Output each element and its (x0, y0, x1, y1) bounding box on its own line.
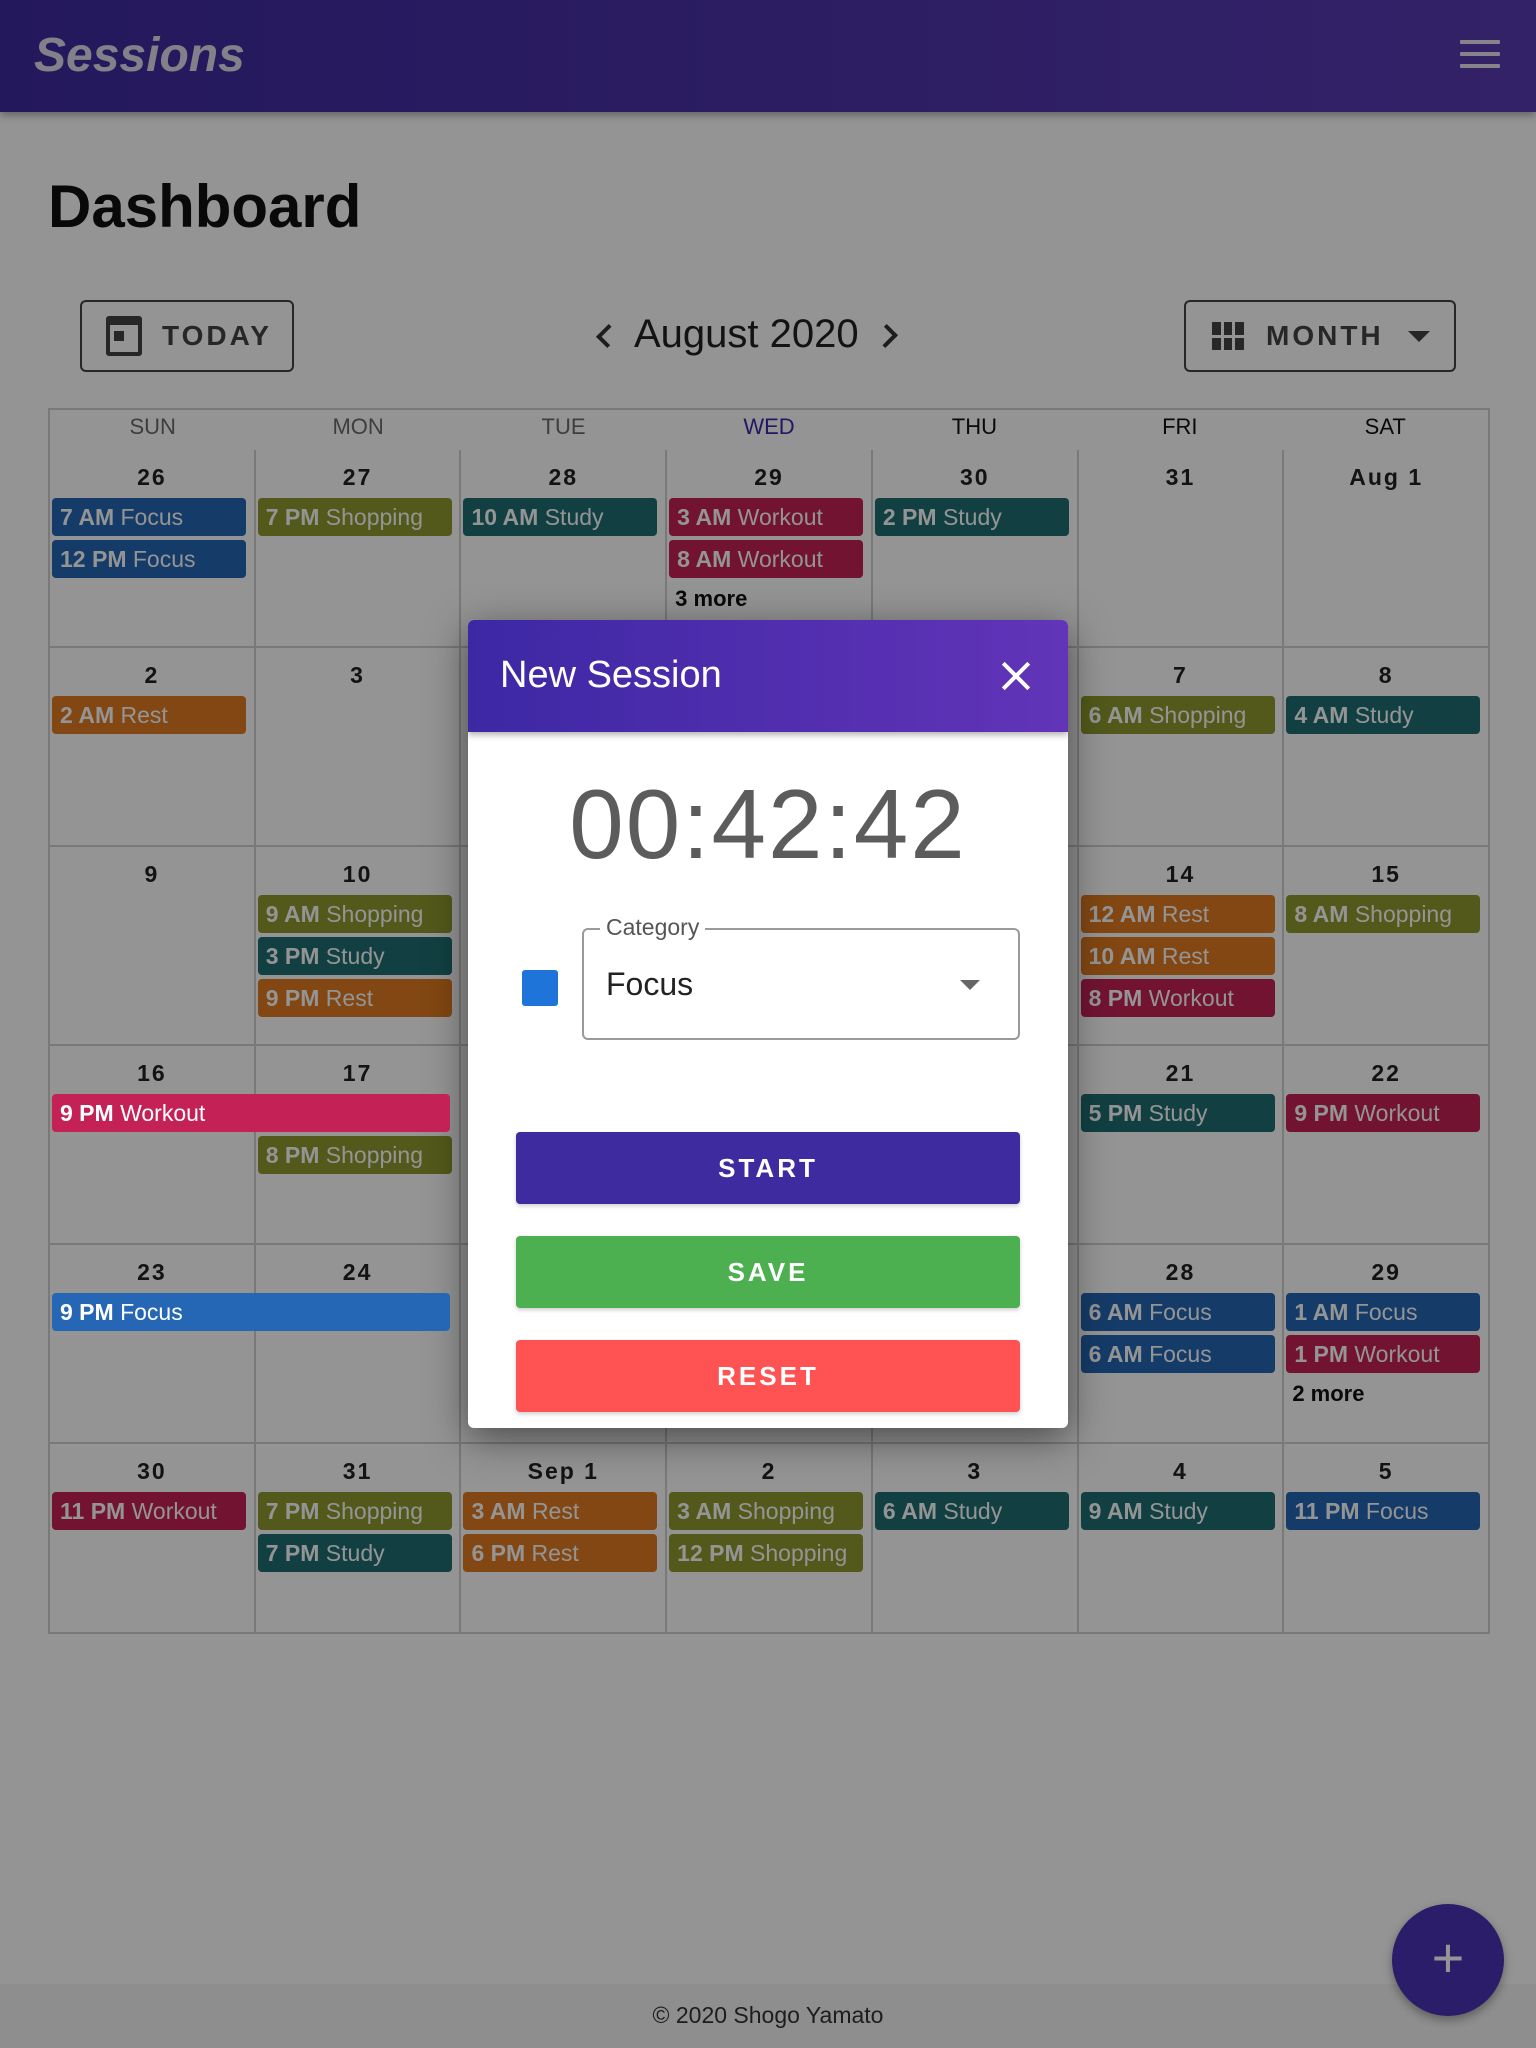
category-color-swatch (522, 970, 558, 1006)
event-time: 9 PM (60, 1100, 114, 1126)
reset-button[interactable]: RESET (516, 1340, 1020, 1412)
category-value: Focus (606, 966, 694, 1002)
calendar-event[interactable]: 9 PM Focus (52, 1293, 450, 1331)
dialog-title: New Session (500, 654, 722, 696)
close-icon[interactable] (996, 656, 1036, 696)
save-button[interactable]: SAVE (516, 1236, 1020, 1308)
event-title: Focus (120, 1299, 183, 1325)
category-select[interactable]: Category Focus (582, 914, 1020, 1040)
category-label: Category (600, 914, 706, 941)
start-button[interactable]: START (516, 1132, 1020, 1204)
calendar-event[interactable]: 9 PM Workout (52, 1094, 450, 1132)
chevron-down-icon (960, 980, 980, 990)
event-time: 9 PM (60, 1299, 114, 1325)
dialog-header: New Session (468, 620, 1068, 732)
session-timer: 00:42:42 (569, 769, 967, 879)
new-session-dialog: New Session 00:42:42 Category Focus STAR… (468, 620, 1068, 1428)
event-title: Workout (120, 1100, 206, 1126)
